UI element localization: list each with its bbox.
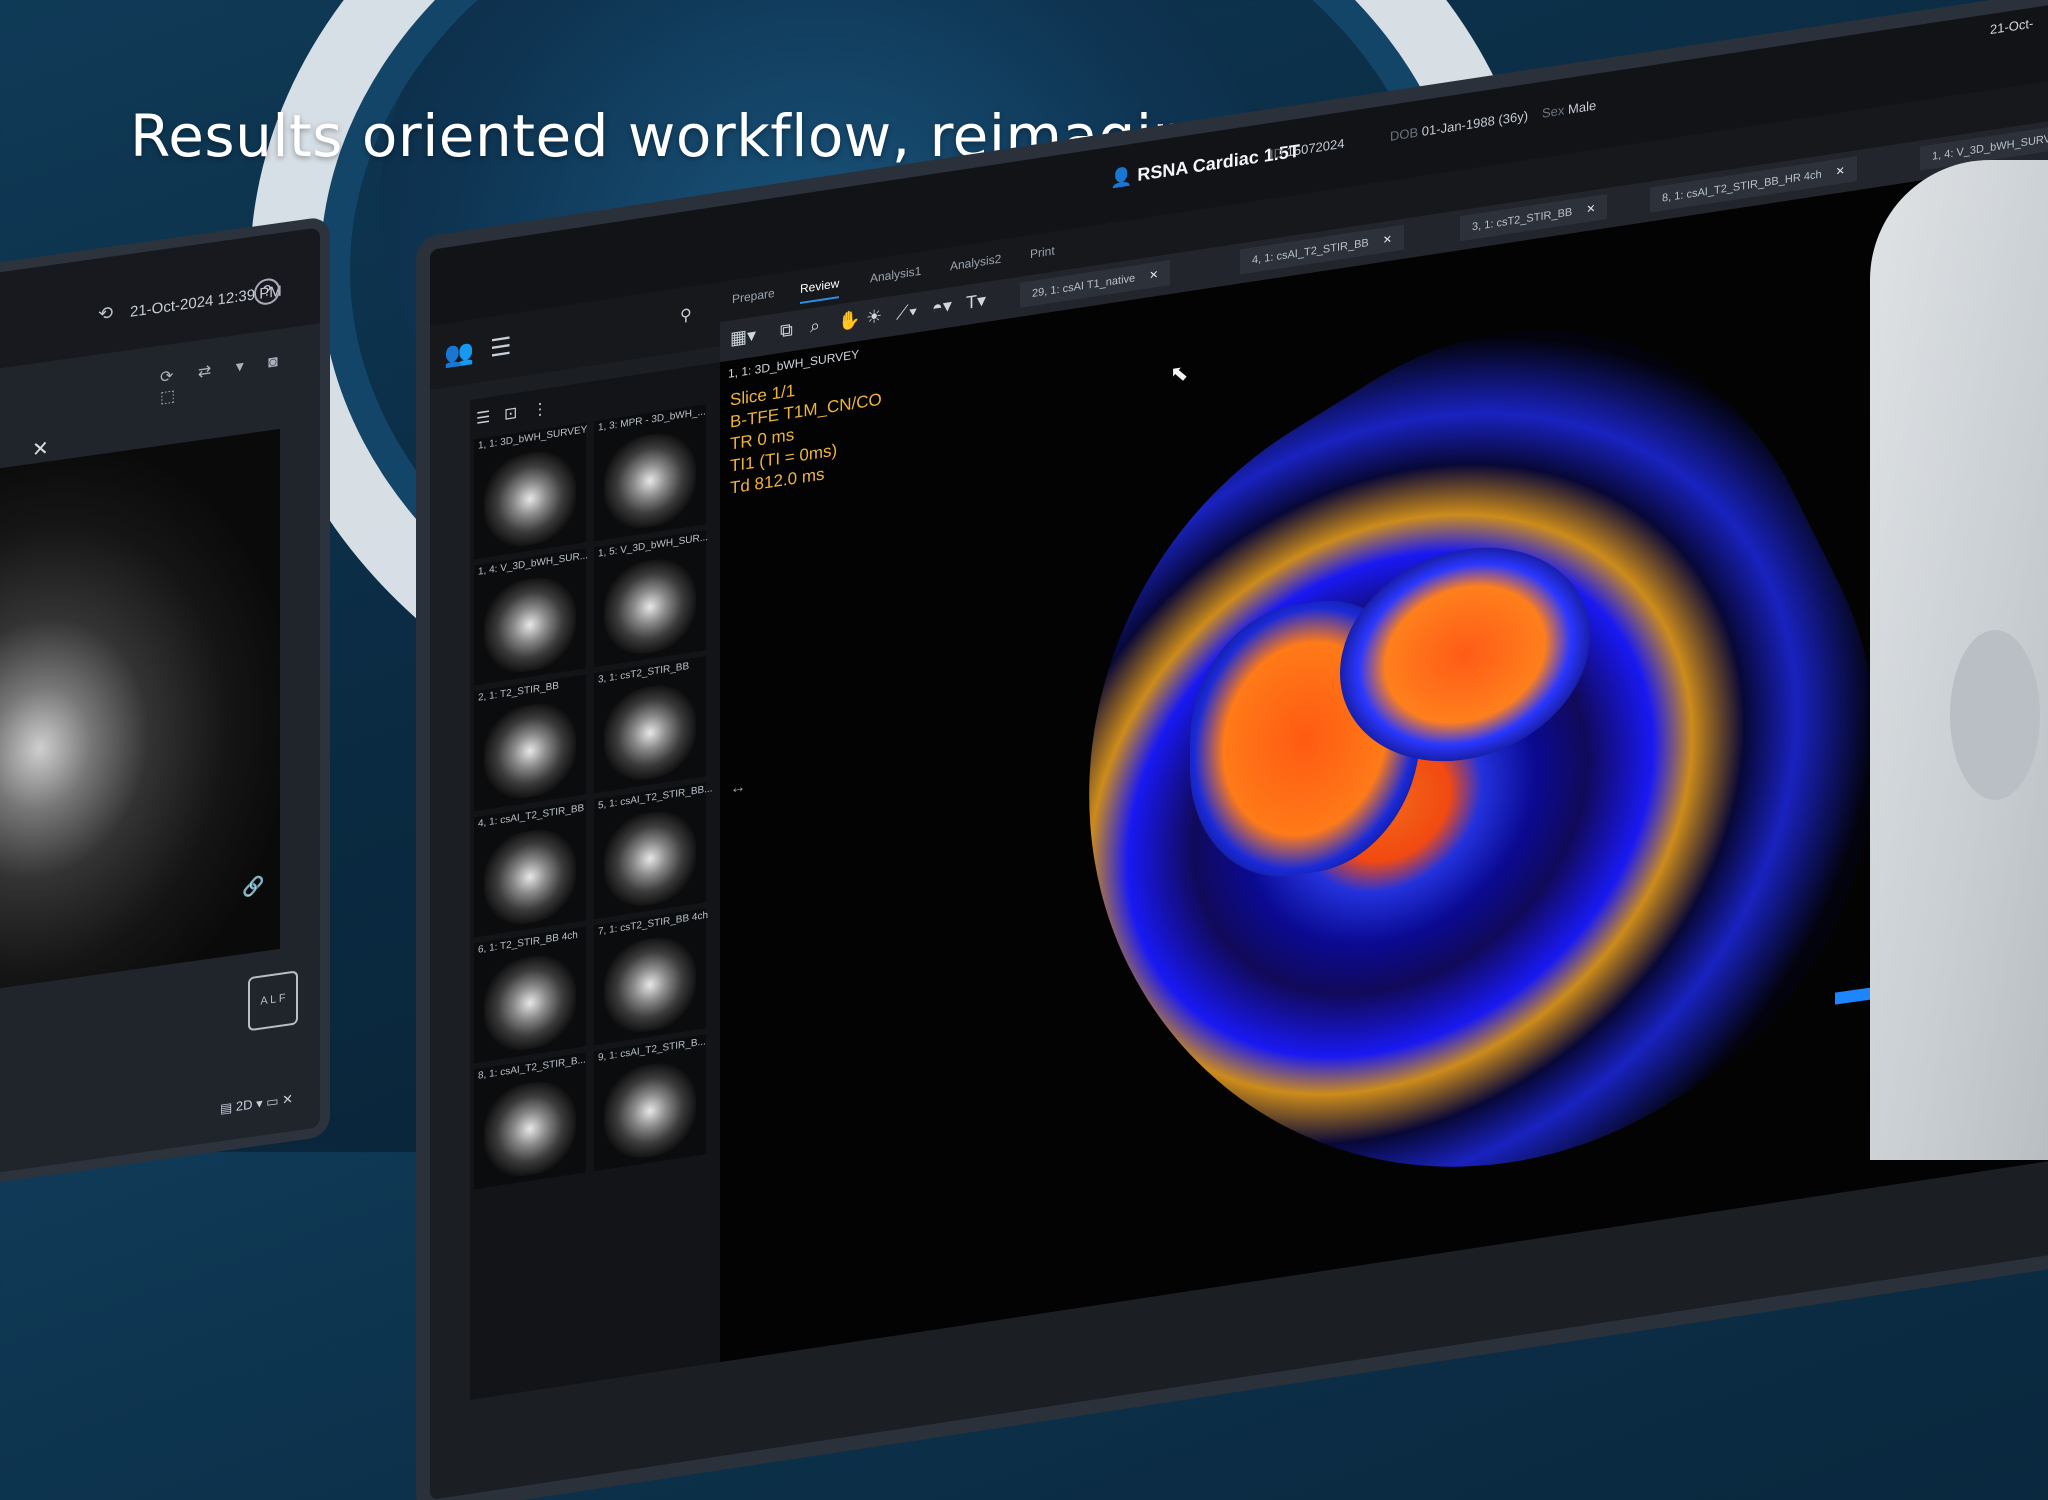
series-thumbnail[interactable]: 2, 1: T2_STIR_BB	[474, 674, 586, 812]
link-icon[interactable]: 🔗	[242, 875, 264, 899]
layout-grid-icon[interactable]: ▦▾	[730, 325, 756, 350]
left-toolbar[interactable]: ⟳ ⇄ ▾ ◙ ⬚	[160, 345, 320, 407]
close-icon[interactable]: ✕	[1383, 234, 1392, 247]
series-thumbnail[interactable]: 1, 3: MPR - 3D_bWH_...	[594, 404, 706, 542]
close-icon[interactable]: ✕	[1586, 203, 1595, 216]
main-monitor: 👤 RSNA Cardiac 1.5T ID 15072024 DOB 01-J…	[430, 0, 2048, 1500]
series-thumbnail[interactable]: 3, 1: csT2_STIR_BB	[594, 656, 706, 794]
thumbnail-image	[484, 445, 576, 552]
tab-analysis1[interactable]: Analysis1	[870, 264, 921, 286]
tab-prepare[interactable]: Prepare	[732, 286, 775, 306]
view-tab-label: 29, 1: csAI T1_native	[1032, 272, 1136, 300]
measure-line-icon[interactable]: ⟋▾	[896, 300, 917, 324]
tab-review[interactable]: Review	[800, 276, 840, 305]
patient-dob: DOB 01-Jan-1988 (36y)	[1390, 108, 1528, 144]
thumbnail-image	[484, 697, 576, 804]
series-thumbnail[interactable]: 1, 1: 3D_bWH_SURVEY	[474, 422, 587, 560]
main-date: 21-Oct-	[1990, 15, 2034, 38]
series-thumbnail[interactable]: 5, 1: csAI_T2_STIR_BB...	[594, 782, 713, 920]
thumbnail-image	[484, 823, 576, 930]
thumbnail-image	[604, 427, 696, 534]
close-icon[interactable]: ✕	[32, 435, 49, 462]
view-mode-label: 2D	[235, 1096, 253, 1115]
left-image-viewport[interactable]	[0, 428, 280, 991]
view-tab-label: 3, 1: csT2_STIR_BB	[1472, 206, 1573, 234]
series-thumbnail[interactable]: 9, 1: csAI_T2_STIR_B...	[594, 1034, 706, 1172]
orientation-cube-icon[interactable]: A L F	[248, 970, 298, 1032]
dob-label: DOB	[1390, 124, 1419, 144]
close-icon[interactable]: ✕	[1836, 165, 1845, 178]
viewer-person-ear	[1950, 630, 2040, 800]
thumbnail-label: 2, 1: T2_STIR_BB	[478, 680, 559, 704]
series-thumbnail[interactable]: 1, 5: V_3D_bWH_SUR...	[594, 530, 708, 668]
mouse-cursor-icon: ⬉	[1170, 359, 1189, 388]
t1-map-image	[962, 209, 1998, 1326]
sex-label: Sex	[1542, 102, 1565, 121]
thumbnail-image	[484, 1075, 576, 1182]
thumbnail-image	[604, 553, 696, 660]
sync-icon[interactable]: ⟲	[98, 302, 113, 325]
thumbnail-image	[604, 679, 696, 786]
close-icon[interactable]: ✕	[1149, 269, 1158, 282]
left-view-mode[interactable]: ▤ 2D ▾ ▭ ✕	[220, 1091, 293, 1117]
series-thumbnail[interactable]: 6, 1: T2_STIR_BB 4ch	[474, 926, 586, 1064]
worklist-icon[interactable]: ☰	[490, 332, 512, 364]
help-icon[interactable]: ?	[254, 276, 280, 307]
patient-id: ID 15072024	[1270, 136, 1344, 162]
pin-icon[interactable]: ⚲	[680, 304, 692, 326]
list-view-icon[interactable]: ☰	[476, 407, 490, 429]
patients-icon[interactable]: 👥	[444, 337, 474, 371]
tab-print[interactable]: Print	[1030, 244, 1055, 262]
thumbnail-image	[484, 949, 576, 1056]
image-viewport[interactable]: 1, 1: 3D_bWH_SURVEY Slice 1/1 B-TFE T1M_…	[720, 150, 2048, 1363]
patient-sex: Sex Male	[1542, 98, 1596, 121]
series-thumbnail[interactable]: 1, 4: V_3D_bWH_SUR...	[474, 548, 588, 686]
zoom-icon[interactable]: ⌕	[810, 315, 820, 338]
series-panel: ☰ ⊡ ⋮ 1, 1: 3D_bWH_SURVEY 1, 3: MPR - 3D…	[470, 362, 720, 1400]
pan-hand-icon[interactable]: ✋	[838, 309, 860, 333]
thumbnail-image	[604, 931, 696, 1038]
series-thumbnail[interactable]: 7, 1: csT2_STIR_BB 4ch	[594, 908, 708, 1046]
stack-icon[interactable]: ⧉	[780, 319, 793, 342]
tab-analysis2[interactable]: Analysis2	[950, 252, 1001, 274]
thumbnail-image	[604, 1057, 696, 1164]
patient-id-label: ID	[1270, 144, 1283, 162]
brightness-icon[interactable]: ☀	[866, 306, 882, 329]
series-thumbnail[interactable]: 4, 1: csAI_T2_STIR_BB	[474, 800, 586, 938]
roi-icon[interactable]: ◓▾	[932, 295, 952, 319]
left-monitor-topbar: ⟲ 21-Oct-2024 12:39 PM ?	[0, 227, 320, 371]
view-tab-label: 4, 1: csAI_T2_STIR_BB	[1252, 237, 1369, 267]
thumbnail-view-icon[interactable]: ⊡	[504, 403, 517, 425]
patient-id-value: 15072024	[1286, 135, 1345, 160]
left-monitor: ⟲ 21-Oct-2024 12:39 PM ? ⟳ ⇄ ▾ ◙ ⬚ ✕ 🔗 A…	[0, 227, 320, 1175]
text-annotation-icon[interactable]: T▾	[966, 290, 986, 314]
more-icon[interactable]: ⋮	[532, 398, 548, 420]
thumbnail-image	[484, 571, 576, 678]
resize-handle-icon[interactable]: ↔	[730, 778, 746, 798]
sex-value: Male	[1568, 97, 1597, 117]
series-thumbnail[interactable]: 8, 1: csAI_T2_STIR_B...	[474, 1052, 586, 1190]
dob-value: 01-Jan-1988 (36y)	[1421, 107, 1529, 140]
thumbnail-image	[604, 805, 696, 912]
